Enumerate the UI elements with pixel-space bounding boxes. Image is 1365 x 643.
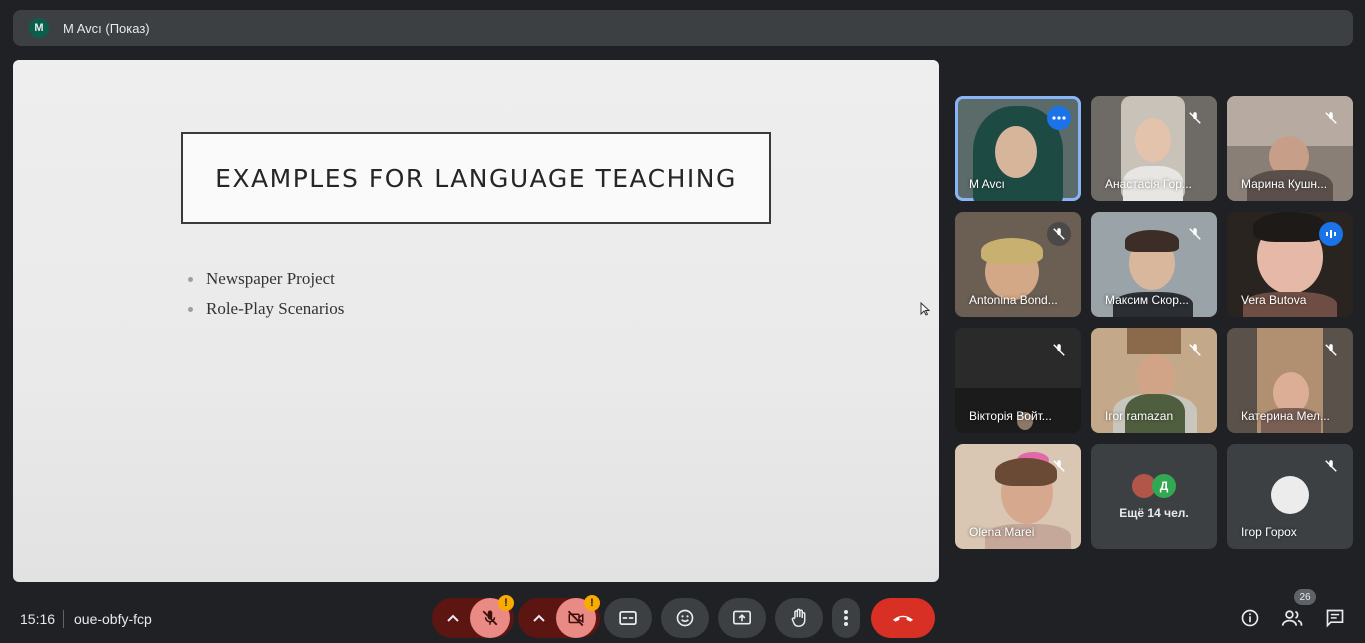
meeting-clock: 15:16 bbox=[20, 611, 56, 627]
bullet-dot-icon bbox=[188, 276, 193, 282]
participant-name: Марина Кушн... bbox=[1241, 177, 1328, 191]
presenter-avatar: M bbox=[29, 18, 49, 38]
present-screen-button[interactable] bbox=[718, 598, 766, 638]
avatar bbox=[1271, 476, 1309, 514]
participant-tile[interactable]: Максим Скор... bbox=[1091, 212, 1217, 317]
chat-icon bbox=[1326, 609, 1344, 628]
people-icon bbox=[1281, 610, 1303, 626]
participant-tile[interactable]: Анастасія Гор... bbox=[1091, 96, 1217, 201]
meeting-controls-bar: 15:16 oue-obfy-fcp ! ! 26 bbox=[0, 589, 1365, 643]
mic-off-icon bbox=[1047, 222, 1071, 246]
slide-title: EXAMPLES FOR LANGUAGE TEACHING bbox=[215, 163, 737, 193]
chevron-up-icon[interactable] bbox=[522, 598, 556, 638]
info-icon bbox=[1241, 609, 1259, 627]
captions-icon bbox=[619, 611, 637, 625]
reactions-button[interactable] bbox=[661, 598, 709, 638]
mic-off-icon bbox=[1185, 108, 1205, 128]
more-vert-icon bbox=[844, 610, 848, 626]
camera-off-icon bbox=[567, 610, 584, 627]
overflow-avatars: Д bbox=[1132, 473, 1176, 498]
participant-tile[interactable]: Vera Butova bbox=[1227, 212, 1353, 317]
people-count-badge: 26 bbox=[1294, 589, 1316, 605]
slide-bullet-text: Newspaper Project bbox=[206, 269, 335, 288]
mouse-cursor-icon bbox=[920, 302, 930, 316]
participant-tile[interactable]: Olena Marei bbox=[955, 444, 1081, 549]
captions-button[interactable] bbox=[604, 598, 652, 638]
speaking-indicator-icon bbox=[1319, 222, 1343, 246]
overflow-participants-tile[interactable]: Д Ещё 14 чел. bbox=[1091, 444, 1217, 549]
participant-tile[interactable]: Iгоr ramazan bbox=[1091, 328, 1217, 433]
warning-badge: ! bbox=[584, 595, 600, 611]
participant-name: Катерина Мел... bbox=[1241, 409, 1330, 423]
participant-name: Olena Marei bbox=[969, 525, 1035, 539]
presenter-bar: M M Avcı (Показ) bbox=[13, 10, 1353, 46]
participant-tile[interactable]: Antonina Bond... bbox=[955, 212, 1081, 317]
participant-tile[interactable]: M Avcı bbox=[955, 96, 1081, 201]
mic-off-icon bbox=[1185, 340, 1205, 360]
overflow-count: Ещё 14 чел. bbox=[1119, 505, 1189, 520]
slide-bullet: Newspaper Project bbox=[188, 264, 344, 294]
participant-name: Максим Скор... bbox=[1105, 293, 1189, 307]
participant-tile[interactable]: Марина Кушн... bbox=[1227, 96, 1353, 201]
participant-tile[interactable]: Катерина Мел... bbox=[1227, 328, 1353, 433]
mic-off-icon bbox=[1185, 224, 1205, 244]
participant-name: M Avcı bbox=[969, 177, 1005, 191]
slide-bullet: Role-Play Scenarios bbox=[188, 294, 344, 324]
participant-name: Вікторія Войт... bbox=[969, 409, 1052, 423]
mic-off-icon bbox=[1321, 108, 1341, 128]
mic-off-icon bbox=[1049, 340, 1069, 360]
people-button[interactable] bbox=[1280, 606, 1304, 630]
mic-off-icon bbox=[1321, 456, 1341, 476]
participant-name: Ігор Горох bbox=[1241, 525, 1297, 539]
participant-name: Iгоr ramazan bbox=[1105, 409, 1174, 423]
participant-tile[interactable]: Ігор Горох bbox=[1227, 444, 1353, 549]
shared-screen: EXAMPLES FOR LANGUAGE TEACHING Newspaper… bbox=[13, 60, 939, 582]
raise-hand-icon bbox=[791, 608, 806, 627]
more-options-icon[interactable] bbox=[1047, 106, 1071, 130]
raise-hand-button[interactable] bbox=[775, 598, 823, 638]
present-screen-icon bbox=[733, 610, 751, 625]
chevron-up-icon[interactable] bbox=[436, 598, 470, 638]
meeting-code: oue-obfy-fcp bbox=[74, 611, 152, 627]
avatar: Д bbox=[1152, 473, 1176, 498]
more-options-button[interactable] bbox=[832, 598, 860, 638]
leave-call-button[interactable] bbox=[871, 598, 935, 638]
participant-grid: M Avcı Анастасія Гор... Марина Кушн... A… bbox=[955, 96, 1353, 549]
emoji-icon bbox=[676, 609, 694, 627]
mic-off-icon bbox=[1321, 340, 1341, 360]
call-end-icon bbox=[892, 615, 914, 622]
participant-name: Vera Butova bbox=[1241, 293, 1307, 307]
participant-name: Antonina Bond... bbox=[969, 293, 1058, 307]
slide-bullets: Newspaper Project Role-Play Scenarios bbox=[188, 264, 344, 324]
chat-button[interactable] bbox=[1323, 606, 1347, 630]
meeting-details-button[interactable] bbox=[1238, 606, 1262, 630]
mic-off-icon bbox=[482, 610, 498, 626]
presenter-label: M Avcı (Показ) bbox=[63, 20, 150, 36]
divider bbox=[63, 610, 64, 628]
mic-off-icon bbox=[1049, 456, 1069, 476]
warning-badge: ! bbox=[498, 595, 514, 611]
bullet-dot-icon bbox=[188, 306, 193, 312]
participant-name: Анастасія Гор... bbox=[1105, 177, 1192, 191]
slide-title-box: EXAMPLES FOR LANGUAGE TEACHING bbox=[181, 132, 771, 224]
participant-tile[interactable]: Вікторія Войт... bbox=[955, 328, 1081, 433]
slide-bullet-text: Role-Play Scenarios bbox=[206, 299, 345, 318]
